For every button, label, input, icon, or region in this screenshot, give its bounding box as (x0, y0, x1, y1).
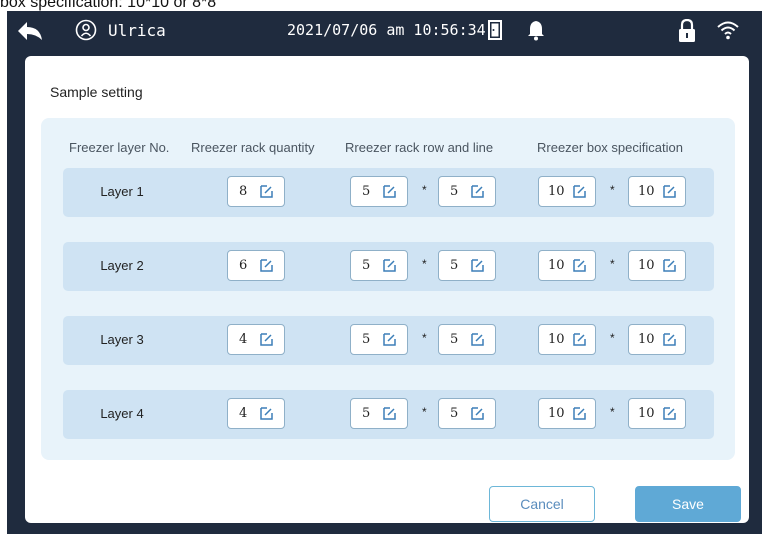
box-spec-b-value: 10 (638, 406, 655, 421)
rack-row-value: 5 (362, 332, 371, 347)
rack-line-value: 5 (450, 332, 459, 347)
sample-setting-dialog: Sample setting Freezer layer No. Rreezer… (25, 56, 749, 523)
rack-row-field[interactable]: 5 (350, 250, 408, 281)
rack-row-value: 5 (362, 406, 371, 421)
layer-row: Layer 4 4 5 * 5 10 * 10 (63, 390, 714, 439)
box-spec-a-value: 10 (548, 406, 565, 421)
rack-row-field[interactable]: 5 (350, 398, 408, 429)
box-spec-a-field[interactable]: 10 (538, 324, 596, 355)
layer-label: Layer 1 (100, 184, 144, 199)
layer-label: Layer 4 (100, 406, 144, 421)
rack-row-field[interactable]: 5 (350, 324, 408, 355)
edit-icon (573, 259, 586, 272)
edit-icon (471, 333, 484, 346)
rack-quantity-field[interactable]: 6 (227, 250, 285, 281)
rack-line-value: 5 (450, 184, 459, 199)
rack-line-field[interactable]: 5 (438, 398, 496, 429)
edit-icon (260, 259, 273, 272)
bell-icon[interactable] (526, 19, 546, 41)
multiply-symbol: * (422, 257, 427, 271)
edit-icon (573, 407, 586, 420)
edit-icon (471, 185, 484, 198)
box-spec-b-field[interactable]: 10 (628, 398, 686, 429)
back-arrow-icon[interactable] (17, 21, 43, 41)
box-spec-b-field[interactable]: 10 (628, 250, 686, 281)
multiply-symbol: * (610, 183, 615, 197)
rack-line-field[interactable]: 5 (438, 250, 496, 281)
layer-row: Layer 3 4 5 * 5 10 * 10 (63, 316, 714, 365)
rack-line-value: 5 (450, 406, 459, 421)
rack-line-field[interactable]: 5 (438, 324, 496, 355)
rack-quantity-value: 4 (239, 332, 248, 347)
edit-icon (471, 407, 484, 420)
edit-icon (471, 259, 484, 272)
edit-icon (663, 333, 676, 346)
rack-quantity-value: 8 (239, 184, 248, 199)
box-spec-b-value: 10 (638, 184, 655, 199)
layer-row: Layer 2 6 5 * 5 10 * 10 (63, 242, 714, 291)
edit-icon (663, 407, 676, 420)
rack-quantity-value: 6 (239, 258, 248, 273)
dialog-title: Sample setting (50, 84, 143, 100)
box-spec-b-value: 10 (638, 258, 655, 273)
box-spec-a-value: 10 (548, 184, 565, 199)
multiply-symbol: * (422, 183, 427, 197)
box-spec-a-field[interactable]: 10 (538, 176, 596, 207)
col-header-rack-row-line: Rreezer rack row and line (345, 140, 494, 155)
edit-icon (383, 259, 396, 272)
save-button[interactable]: Save (635, 486, 741, 522)
edit-icon (383, 333, 396, 346)
wifi-icon (717, 21, 739, 40)
col-header-rack-quantity: Rreezer rack quantity (191, 140, 315, 155)
multiply-symbol: * (422, 405, 427, 419)
user-circle-icon (75, 19, 97, 41)
door-icon[interactable] (487, 19, 503, 41)
cancel-button[interactable]: Cancel (489, 486, 595, 522)
layer-row: Layer 1 8 5 * 5 10 * 10 (63, 168, 714, 217)
box-spec-a-field[interactable]: 10 (538, 398, 596, 429)
layer-label: Layer 2 (100, 258, 144, 273)
device-screen: Ulrica 2021/07/06 am 10:56:34 Sample set… (7, 11, 762, 534)
rack-line-value: 5 (450, 258, 459, 273)
box-spec-b-value: 10 (638, 332, 655, 347)
rack-quantity-field[interactable]: 8 (227, 176, 285, 207)
datetime-display: 2021/07/06 am 10:56:34 (287, 21, 486, 39)
multiply-symbol: * (610, 405, 615, 419)
rack-row-value: 5 (362, 258, 371, 273)
edit-icon (663, 185, 676, 198)
rack-line-field[interactable]: 5 (438, 176, 496, 207)
box-spec-b-field[interactable]: 10 (628, 324, 686, 355)
multiply-symbol: * (610, 257, 615, 271)
lock-icon[interactable] (677, 19, 697, 43)
edit-icon (260, 333, 273, 346)
edit-icon (573, 333, 586, 346)
status-bar: Ulrica 2021/07/06 am 10:56:34 (7, 11, 762, 52)
col-header-layer: Freezer layer No. (69, 140, 170, 155)
edit-icon (573, 185, 586, 198)
edit-icon (260, 407, 273, 420)
rack-quantity-value: 4 (239, 406, 248, 421)
box-spec-a-value: 10 (548, 258, 565, 273)
multiply-symbol: * (422, 331, 427, 345)
rack-quantity-field[interactable]: 4 (227, 398, 285, 429)
edit-icon (383, 407, 396, 420)
rack-quantity-field[interactable]: 4 (227, 324, 285, 355)
box-spec-a-value: 10 (548, 332, 565, 347)
rack-row-field[interactable]: 5 (350, 176, 408, 207)
multiply-symbol: * (610, 331, 615, 345)
edit-icon (663, 259, 676, 272)
edit-icon (383, 185, 396, 198)
box-spec-b-field[interactable]: 10 (628, 176, 686, 207)
edit-icon (260, 185, 273, 198)
col-header-box-spec: Rreezer box specification (537, 140, 683, 155)
rack-row-value: 5 (362, 184, 371, 199)
layer-label: Layer 3 (100, 332, 144, 347)
settings-panel: Freezer layer No. Rreezer rack quantity … (41, 118, 735, 460)
user-name: Ulrica (108, 21, 166, 40)
box-spec-a-field[interactable]: 10 (538, 250, 596, 281)
